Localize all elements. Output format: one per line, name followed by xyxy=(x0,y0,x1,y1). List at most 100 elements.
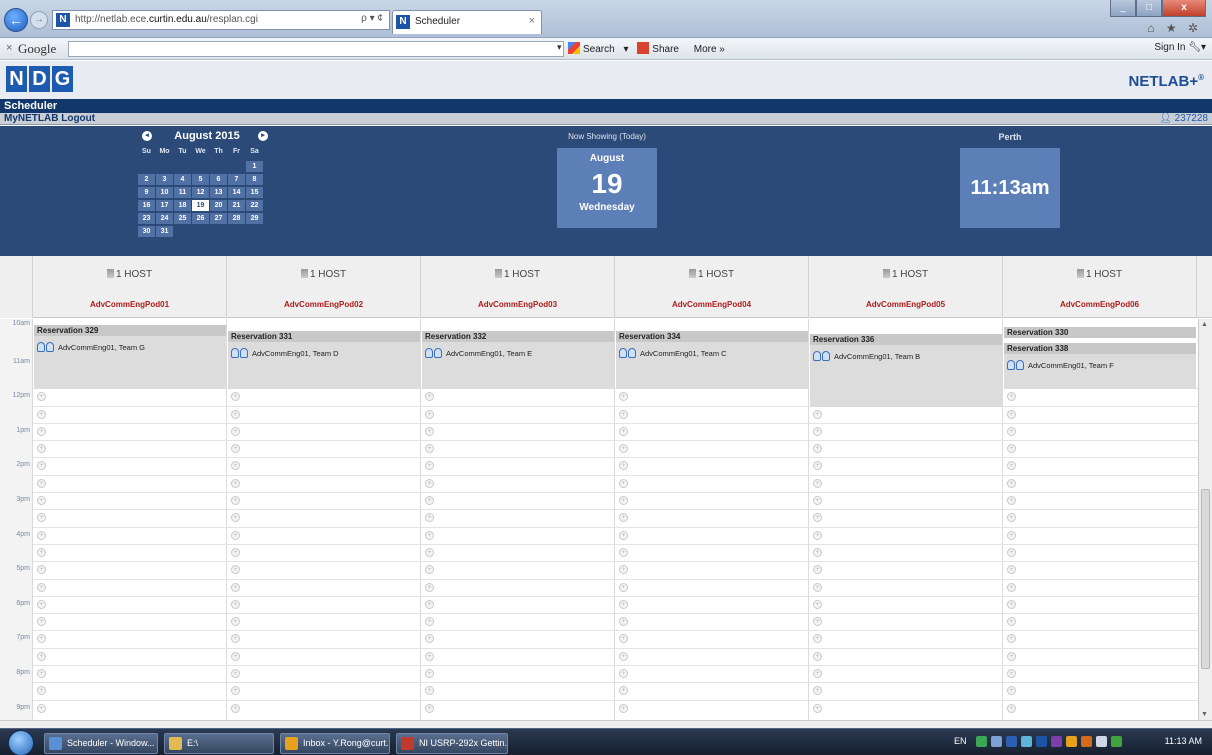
tray-chrome-icon[interactable] xyxy=(976,736,987,747)
add-reservation-slot-icon[interactable]: + xyxy=(813,513,822,522)
add-reservation-slot-icon[interactable]: + xyxy=(813,617,822,626)
add-reservation-slot-icon[interactable]: + xyxy=(619,496,628,505)
add-reservation-slot-icon[interactable]: + xyxy=(1007,531,1016,540)
add-reservation-slot-icon[interactable]: + xyxy=(619,652,628,661)
calendar-day[interactable]: 7 xyxy=(228,174,245,185)
add-reservation-slot-icon[interactable]: + xyxy=(1007,565,1016,574)
calendar-day[interactable]: 23 xyxy=(138,213,155,224)
address-bar[interactable]: N http://netlab.ece.curtin.edu.au/respla… xyxy=(52,10,390,30)
add-reservation-slot-icon[interactable]: + xyxy=(1007,513,1016,522)
add-reservation-slot-icon[interactable]: + xyxy=(619,392,628,401)
calendar-day-today[interactable]: 19 xyxy=(192,200,209,211)
tab-close-icon[interactable]: × xyxy=(529,15,535,27)
tray-sync-icon[interactable] xyxy=(1021,736,1032,747)
add-reservation-slot-icon[interactable]: + xyxy=(1007,634,1016,643)
calendar-day[interactable]: 24 xyxy=(156,213,173,224)
taskbar-item-pdf[interactable]: NI USRP-292x Gettin... xyxy=(396,733,508,754)
pod-name[interactable]: AdvCommEngPod02 xyxy=(227,300,420,309)
more-button[interactable]: More » xyxy=(694,44,725,55)
search-button[interactable]: Search ▾ xyxy=(568,42,629,55)
add-reservation-slot-icon[interactable]: + xyxy=(1007,652,1016,661)
add-reservation-slot-icon[interactable]: + xyxy=(619,686,628,695)
add-reservation-slot-icon[interactable]: + xyxy=(619,669,628,678)
calendar-day[interactable]: 12 xyxy=(192,187,209,198)
back-button[interactable]: ← xyxy=(4,8,28,32)
add-reservation-slot-icon[interactable]: + xyxy=(425,392,434,401)
calendar-day[interactable]: 16 xyxy=(138,200,155,211)
calendar-day[interactable]: 13 xyxy=(210,187,227,198)
add-reservation-slot-icon[interactable]: + xyxy=(813,548,822,557)
add-reservation-slot-icon[interactable]: + xyxy=(425,444,434,453)
calendar-day[interactable]: 25 xyxy=(174,213,191,224)
pod-host[interactable]: 1 HOST xyxy=(1003,269,1196,280)
reservation-block[interactable]: Reservation 329 AdvCommEng01, Team G xyxy=(34,325,226,389)
address-search-refresh-icon[interactable]: ρ ▾ ¢ xyxy=(361,13,383,24)
next-month-icon[interactable]: ▸ xyxy=(258,131,268,141)
add-reservation-slot-icon[interactable]: + xyxy=(813,652,822,661)
scroll-up-icon[interactable]: ▲ xyxy=(1201,321,1208,328)
calendar-day[interactable]: 31 xyxy=(156,226,173,237)
calendar-day[interactable]: 27 xyxy=(210,213,227,224)
add-reservation-slot-icon[interactable]: + xyxy=(425,548,434,557)
add-reservation-slot-icon[interactable]: + xyxy=(813,600,822,609)
reservation-title[interactable]: Reservation 331 xyxy=(228,331,420,342)
add-reservation-slot-icon[interactable]: + xyxy=(425,617,434,626)
pod-host[interactable]: 1 HOST xyxy=(33,269,226,280)
add-reservation-slot-icon[interactable]: + xyxy=(231,531,240,540)
add-reservation-slot-icon[interactable]: + xyxy=(1007,410,1016,419)
add-reservation-slot-icon[interactable]: + xyxy=(1007,461,1016,470)
add-reservation-slot-icon[interactable]: + xyxy=(1007,427,1016,436)
tray-office-icon[interactable] xyxy=(1066,736,1077,747)
add-reservation-slot-icon[interactable]: + xyxy=(813,565,822,574)
pod-name[interactable]: AdvCommEngPod05 xyxy=(809,300,1002,309)
calendar-day[interactable]: 3 xyxy=(156,174,173,185)
add-reservation-slot-icon[interactable]: + xyxy=(231,686,240,695)
add-reservation-slot-icon[interactable]: + xyxy=(1007,669,1016,678)
add-reservation-slot-icon[interactable]: + xyxy=(619,704,628,713)
add-reservation-slot-icon[interactable]: + xyxy=(425,513,434,522)
add-reservation-slot-icon[interactable]: + xyxy=(619,531,628,540)
tray-onenote-icon[interactable] xyxy=(1051,736,1062,747)
address-url[interactable]: http://netlab.ece.curtin.edu.au/resplan.… xyxy=(75,14,258,25)
pod-host[interactable]: 1 HOST xyxy=(615,269,808,280)
add-reservation-slot-icon[interactable]: + xyxy=(231,479,240,488)
add-reservation-slot-icon[interactable]: + xyxy=(425,410,434,419)
home-favorites-settings-icon[interactable]: ⌂ ★ ✲ xyxy=(1147,21,1202,35)
add-reservation-slot-icon[interactable]: + xyxy=(1007,617,1016,626)
add-reservation-slot-icon[interactable]: + xyxy=(425,531,434,540)
add-reservation-slot-icon[interactable]: + xyxy=(425,565,434,574)
calendar-day[interactable]: 30 xyxy=(138,226,155,237)
calendar-day[interactable]: 28 xyxy=(228,213,245,224)
taskbar-item-scheduler[interactable]: Scheduler - Window... xyxy=(44,733,158,754)
calendar-day[interactable]: 9 xyxy=(138,187,155,198)
maximize-button[interactable]: □ xyxy=(1136,0,1162,17)
add-reservation-slot-icon[interactable]: + xyxy=(425,600,434,609)
calendar-day[interactable]: 11 xyxy=(174,187,191,198)
add-reservation-slot-icon[interactable]: + xyxy=(231,410,240,419)
add-reservation-slot-icon[interactable]: + xyxy=(1007,548,1016,557)
prev-month-icon[interactable]: ◂ xyxy=(142,131,152,141)
calendar-day[interactable]: 14 xyxy=(228,187,245,198)
horizontal-scrollbar[interactable] xyxy=(0,720,1212,728)
add-reservation-slot-icon[interactable]: + xyxy=(37,617,46,626)
add-reservation-slot-icon[interactable]: + xyxy=(1007,686,1016,695)
add-reservation-slot-icon[interactable]: + xyxy=(813,531,822,540)
add-reservation-slot-icon[interactable]: + xyxy=(619,565,628,574)
calendar-day[interactable]: 22 xyxy=(246,200,263,211)
add-reservation-slot-icon[interactable]: + xyxy=(37,444,46,453)
add-reservation-slot-icon[interactable]: + xyxy=(231,617,240,626)
toolbar-close-icon[interactable]: × xyxy=(6,42,12,54)
add-reservation-slot-icon[interactable]: + xyxy=(231,392,240,401)
add-reservation-slot-icon[interactable]: + xyxy=(231,461,240,470)
pod-name[interactable]: AdvCommEngPod01 xyxy=(33,300,226,309)
add-reservation-slot-icon[interactable]: + xyxy=(425,427,434,436)
add-reservation-slot-icon[interactable]: + xyxy=(37,686,46,695)
signin-link[interactable]: Sign In 🔧︎▾ xyxy=(1154,42,1206,53)
add-reservation-slot-icon[interactable]: + xyxy=(37,634,46,643)
reservation-title[interactable]: Reservation 334 xyxy=(616,331,808,342)
add-reservation-slot-icon[interactable]: + xyxy=(813,479,822,488)
calendar-day[interactable]: 4 xyxy=(174,174,191,185)
add-reservation-slot-icon[interactable]: + xyxy=(813,686,822,695)
add-reservation-slot-icon[interactable]: + xyxy=(619,461,628,470)
google-search-input[interactable] xyxy=(68,41,564,57)
